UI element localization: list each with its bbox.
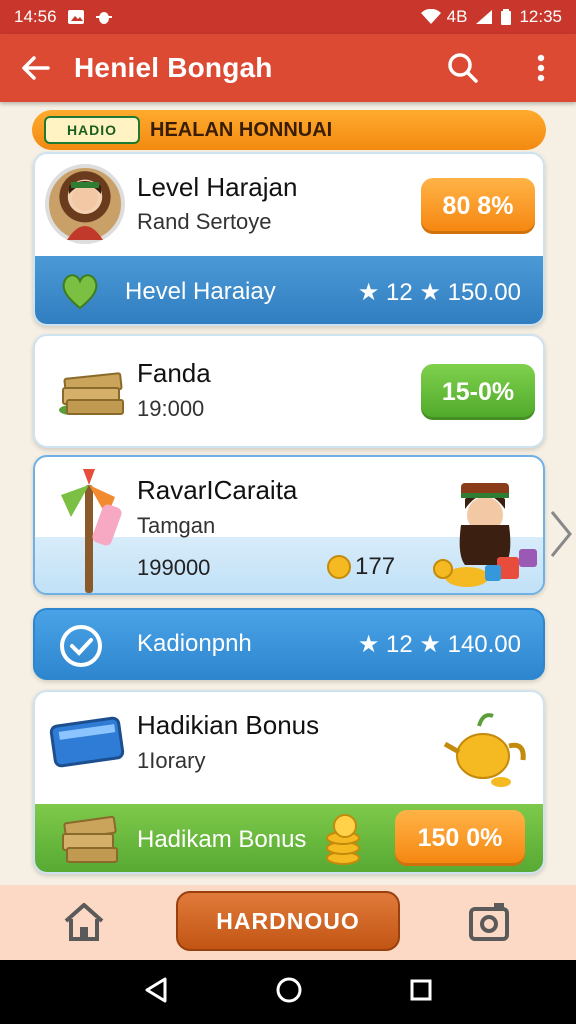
card-title: RavarICaraita (137, 475, 298, 505)
status-bar: 14:56 4B 12:35 (0, 0, 576, 34)
more-vert-icon[interactable] (524, 51, 558, 85)
coin-value: 177 (355, 553, 396, 580)
wallet-icon (49, 712, 129, 773)
card-subtitle: Tamgan (137, 513, 216, 538)
banner-title: HEALAN HONNUAI (150, 118, 333, 141)
percent-button[interactable]: 15-0% (421, 364, 535, 420)
reward-card-fanda[interactable]: Fanda 19:000 15-0% (33, 334, 545, 448)
strip-label: Hevel Haraiay (125, 278, 276, 305)
image-icon (67, 9, 85, 25)
heart-icon (59, 270, 101, 317)
nav-recents-icon[interactable] (409, 978, 433, 1007)
camera-icon[interactable] (468, 901, 510, 948)
cash-stack-icon (49, 358, 133, 427)
bar-value: ★ 12 ★ 140.00 (357, 631, 521, 658)
card-subtitle: 19:000 (137, 396, 205, 421)
signal-icon (475, 9, 493, 25)
page-title: Heniel Bongah (74, 52, 273, 83)
card-strip: Hadikam Bonus 150 0% (35, 804, 543, 872)
check-circle-icon (59, 624, 103, 673)
card-title: Level Harajan (137, 172, 298, 202)
nav-back-icon[interactable] (143, 976, 169, 1009)
home-icon[interactable] (62, 901, 106, 948)
primary-action-button[interactable]: HARDNOUO (176, 891, 400, 951)
bottom-bar: HARDNOUO (0, 885, 576, 960)
strip-label: Hadikam Bonus (137, 826, 307, 853)
percent-button[interactable]: 80 8% (421, 178, 535, 234)
card-strip: Hevel Haraiay ★ 12 ★ 150.00 (35, 256, 543, 324)
percent-button[interactable]: 150 0% (395, 810, 525, 866)
card-amount: 199000 (137, 555, 211, 580)
back-arrow-icon[interactable] (18, 51, 52, 85)
bug-icon (95, 9, 113, 25)
pinwheel-icon (45, 465, 135, 593)
section-banner: HADIO HEALAN HONNUAI (32, 110, 546, 150)
card-title: Hadikian Bonus (137, 710, 320, 740)
wifi-icon (420, 8, 441, 25)
confirmation-bar[interactable]: Kadionpnh ★ 12 ★ 140.00 (33, 608, 545, 680)
reward-card-level[interactable]: Level Harajan Rand Sertoye 80 8% Hevel H… (33, 152, 545, 326)
battery-icon (501, 9, 512, 25)
system-nav-bar (0, 960, 576, 1024)
card-subtitle: 1Iorary (137, 748, 206, 773)
treasure-character-icon (427, 465, 543, 593)
coin-icon (327, 555, 351, 584)
carrier-label: 4B (446, 7, 468, 26)
bar-label: Kadionpnh (137, 630, 252, 657)
status-time-right: 12:35 (519, 7, 562, 26)
coin-stack-icon (323, 814, 363, 871)
chevron-right-icon[interactable] (548, 508, 574, 565)
teapot-icon (439, 706, 531, 793)
search-icon[interactable] (446, 51, 480, 85)
card-title: Fanda (137, 358, 211, 388)
cash-stack-icon (55, 808, 127, 872)
strip-value: ★ 12 ★ 150.00 (357, 278, 521, 306)
avatar (45, 164, 125, 244)
reward-card-bonus[interactable]: Hadikian Bonus 1Iorary Hadikam Bonus 150… (33, 690, 545, 874)
nav-home-icon[interactable] (275, 976, 303, 1009)
app-bar: Heniel Bongah (0, 34, 576, 102)
card-subtitle: Rand Sertoye (137, 209, 272, 234)
status-time-left: 14:56 (14, 7, 57, 26)
reward-card-featured[interactable]: RavarICaraita Tamgan 199000 177 (33, 455, 545, 595)
banner-badge: HADIO (44, 116, 140, 144)
